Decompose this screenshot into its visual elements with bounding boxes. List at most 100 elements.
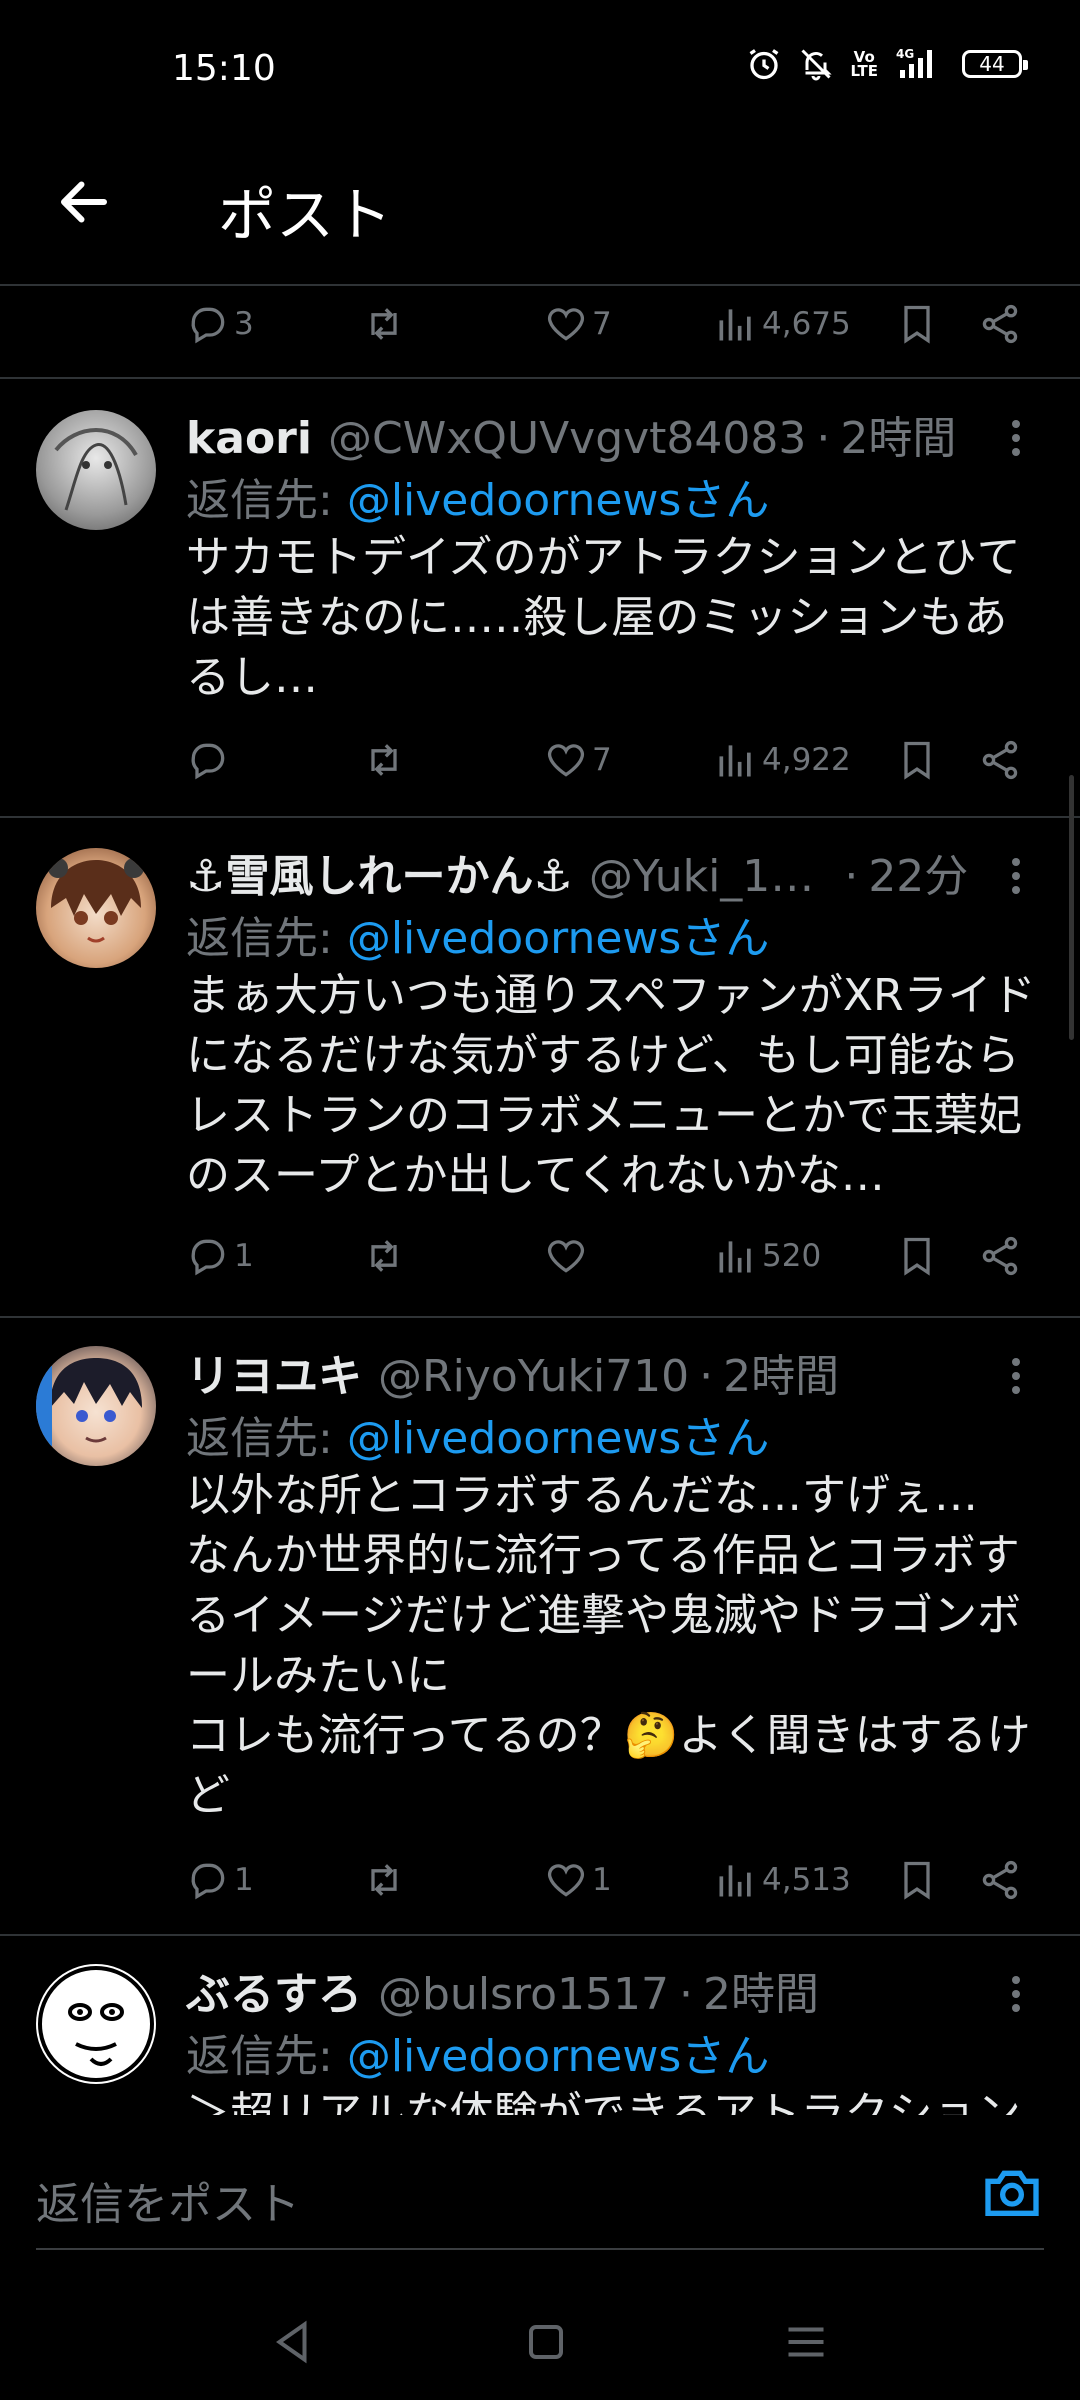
share-button[interactable] <box>978 294 1022 354</box>
display-name[interactable]: ⚓雪風しれーかん⚓ <box>186 840 573 904</box>
avatar-anime-image <box>48 858 144 943</box>
like-button[interactable]: 7 <box>544 730 612 790</box>
reply-to-line: 返信先: @livedoornewsさん <box>186 2031 770 2082</box>
timestamp[interactable]: 2時間 <box>703 1958 819 2022</box>
bookmark-button[interactable] <box>895 730 939 790</box>
mute-icon <box>796 46 836 82</box>
reply-to-link[interactable]: @livedoornewsさん <box>347 913 770 964</box>
retweet-button[interactable] <box>362 294 406 354</box>
tweet-header: kaori @CWxQUVvgvt84083 · 2時間 <box>186 402 956 466</box>
nav-home-button[interactable] <box>516 2312 576 2372</box>
bookmark-button[interactable] <box>895 294 939 354</box>
reply-button[interactable]: 1 <box>186 1226 254 1286</box>
tweet-item[interactable]: ぶるすろ @bulsro1517 · 2時間 返信先: @livedoornew… <box>0 1936 1080 2115</box>
tweet-actions: 7 4,922 <box>0 730 1080 790</box>
more-button[interactable] <box>996 408 1036 468</box>
nav-recents-button[interactable] <box>776 2312 836 2372</box>
separator-dot: · <box>816 413 831 464</box>
avatar[interactable] <box>36 1346 156 1466</box>
views-chart-icon <box>719 309 751 341</box>
avatar-cartoon-image <box>38 1966 154 2082</box>
scrollbar[interactable] <box>1069 775 1074 1040</box>
heart-icon <box>547 744 585 777</box>
user-handle[interactable]: @Yuki_1… <box>589 851 814 902</box>
bookmark-button[interactable] <box>895 1850 939 1910</box>
retweet-button[interactable] <box>362 1850 406 1910</box>
camera-button[interactable] <box>980 2160 1044 2224</box>
share-button[interactable] <box>978 1226 1022 1286</box>
display-name[interactable]: リヨユキ <box>186 1340 362 1404</box>
bookmark-icon <box>904 305 930 344</box>
tweet-actions: 1 520 <box>0 1226 1080 1286</box>
bookmark-button[interactable] <box>895 1226 939 1286</box>
share-icon <box>982 740 1018 780</box>
views-button[interactable]: 4,513 <box>714 1850 851 1910</box>
display-name[interactable]: ぶるすろ <box>186 1958 362 2022</box>
reply-to-link[interactable]: @livedoornewsさん <box>347 2031 770 2082</box>
like-button[interactable]: 7 <box>544 294 612 354</box>
square-home-icon <box>529 2325 563 2359</box>
reply-icon <box>191 1863 225 1900</box>
tweet-item[interactable]: kaori @CWxQUVvgvt84083 · 2時間 返信先: @lived… <box>0 378 1080 816</box>
timestamp[interactable]: 2時間 <box>840 402 956 466</box>
retweet-icon <box>371 1240 397 1272</box>
user-handle[interactable]: @CWxQUVvgvt84083 <box>328 413 806 464</box>
reply-button[interactable] <box>186 730 234 790</box>
reply-input[interactable]: 返信をポスト <box>36 2168 300 2232</box>
triangle-back-icon <box>276 2320 307 2364</box>
battery-indicator: 44 <box>962 50 1028 78</box>
share-icon <box>982 1236 1018 1276</box>
like-button[interactable]: 1 <box>544 1850 612 1910</box>
camera-icon <box>985 2170 1039 2216</box>
share-button[interactable] <box>978 1850 1022 1910</box>
avatar[interactable] <box>36 848 156 968</box>
compose-underline <box>36 2248 1044 2250</box>
views-chart-icon <box>719 745 751 777</box>
page-title: ポスト <box>218 181 393 249</box>
more-vertical-icon <box>1012 420 1020 456</box>
user-handle[interactable]: @RiyoYuki710 <box>378 1351 689 1402</box>
timestamp[interactable]: 22分 <box>868 840 968 904</box>
views-button[interactable]: 520 <box>714 1226 821 1286</box>
retweet-icon <box>371 308 397 340</box>
reply-to-link[interactable]: @livedoornewsさん <box>347 1413 770 1464</box>
nav-back-button[interactable] <box>262 2312 322 2372</box>
retweet-button[interactable] <box>362 730 406 790</box>
views-button[interactable]: 4,675 <box>714 294 851 354</box>
tweet-text: ＞超リアルな体験ができるアトラクション <box>186 2088 1021 2115</box>
avatar[interactable] <box>36 410 156 530</box>
separator-dot: · <box>844 851 859 902</box>
arrow-left-icon <box>61 181 107 223</box>
reply-to-link[interactable]: @livedoornewsさん <box>347 475 770 526</box>
timestamp[interactable]: 2時間 <box>723 1340 839 1404</box>
tweet-header: ぶるすろ @bulsro1517 · 2時間 <box>186 1958 819 2022</box>
bookmark-icon <box>904 1861 930 1900</box>
more-button[interactable] <box>996 846 1036 906</box>
avatar-anime-image <box>36 1358 142 1446</box>
status-icons: Vo LTE 4G 44 <box>746 46 1028 82</box>
share-button[interactable] <box>978 730 1022 790</box>
separator-dot: · <box>699 1351 714 1402</box>
retweet-button[interactable] <box>362 1226 406 1286</box>
tweet-actions-top: 3 7 4,675 <box>0 294 1080 354</box>
share-icon <box>982 304 1018 344</box>
views-chart-icon <box>719 1865 751 1897</box>
reply-button[interactable]: 1 <box>186 1850 254 1910</box>
alarm-icon <box>746 46 782 82</box>
tweet-item[interactable]: ⚓雪風しれーかん⚓ @Yuki_1… · 22分 返信先: @livedoorn… <box>0 818 1080 1316</box>
status-bar: 15:10 Vo LTE 4G 44 <box>0 0 1080 140</box>
more-vertical-icon <box>1012 858 1020 894</box>
more-button[interactable] <box>996 1346 1036 1406</box>
more-button[interactable] <box>996 1964 1036 2024</box>
back-button[interactable] <box>54 172 114 232</box>
views-button[interactable]: 4,922 <box>714 730 851 790</box>
heart-icon <box>547 1240 585 1273</box>
avatar[interactable] <box>36 1964 156 2084</box>
header-divider <box>0 284 1080 286</box>
reply-button[interactable]: 3 <box>186 294 254 354</box>
like-button[interactable] <box>544 1226 592 1286</box>
heart-icon <box>547 1864 585 1897</box>
tweet-item[interactable]: リヨユキ @RiyoYuki710 · 2時間 返信先: @livedoorne… <box>0 1318 1080 1934</box>
display-name[interactable]: kaori <box>186 413 312 464</box>
user-handle[interactable]: @bulsro1517 <box>378 1969 669 2020</box>
